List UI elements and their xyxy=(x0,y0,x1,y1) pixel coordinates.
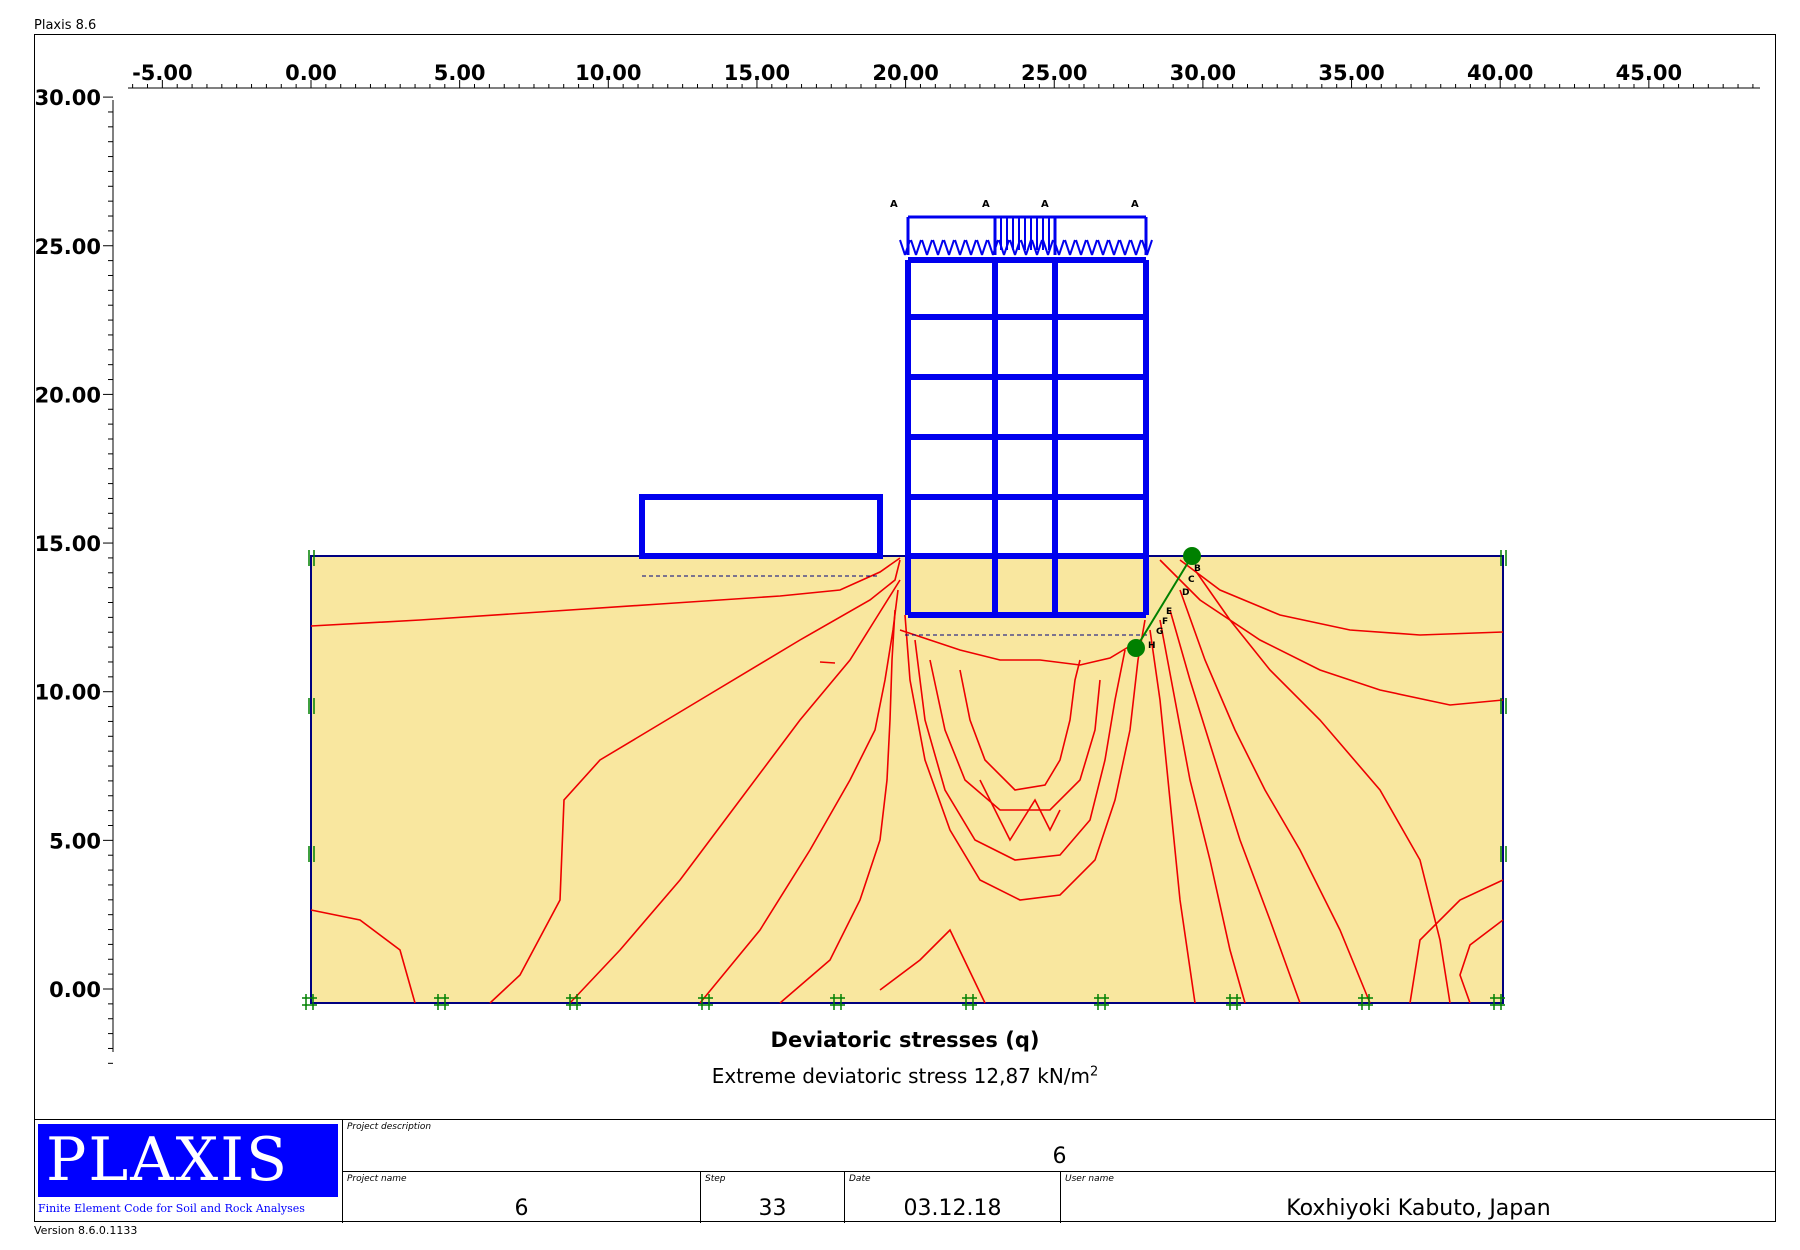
x-tick-label: 30.00 xyxy=(1170,61,1236,85)
subtitle-text: Extreme deviatoric stress 12,87 kN/m xyxy=(711,1064,1091,1088)
y-tick-label: 25.00 xyxy=(35,235,101,259)
step-value: 33 xyxy=(758,1196,787,1221)
logo-text: PLAXIS xyxy=(46,1125,290,1195)
version-label: Version 8.6.0.1133 xyxy=(34,1224,138,1237)
distributed-load xyxy=(899,215,1153,256)
user-value: Koxhiyoki Kabuto, Japan xyxy=(1286,1196,1551,1221)
y-tick-label: 0.00 xyxy=(49,978,101,1002)
anchor-label: C xyxy=(1188,575,1195,585)
logo-subtitle: Finite Element Code for Soil and Rock An… xyxy=(38,1202,305,1215)
user-cell: User name Koxhiyoki Kabuto, Japan xyxy=(1060,1172,1776,1223)
project-description-value: 6 xyxy=(1052,1144,1067,1169)
soil-body xyxy=(310,555,1504,1004)
load-labels: A A A A xyxy=(890,199,1139,210)
plot-caption: Deviatoric stresses (q) Extreme deviator… xyxy=(34,1028,1776,1088)
anchor-head xyxy=(1183,547,1201,565)
x-tick-label: 40.00 xyxy=(1467,61,1533,85)
side-slab xyxy=(639,494,883,559)
load-label: A xyxy=(1041,199,1049,210)
plot-subtitle: Extreme deviatoric stress 12,87 kN/m2 xyxy=(34,1064,1776,1088)
load-label: A xyxy=(890,199,898,210)
anchor-label: F xyxy=(1162,617,1168,627)
load-label: A xyxy=(982,199,990,210)
load-label: A xyxy=(1131,199,1139,210)
anchor-end xyxy=(1127,639,1145,657)
y-tick-label: 15.00 xyxy=(35,532,101,556)
plot-title: Deviatoric stresses (q) xyxy=(770,1028,1040,1052)
anchor-label: H xyxy=(1148,641,1156,651)
x-tick-label: 20.00 xyxy=(872,61,938,85)
project-description-cell: Project description 6 xyxy=(342,1120,1776,1172)
y-tick-label: 10.00 xyxy=(35,681,101,705)
x-tick-label: 25.00 xyxy=(1021,61,1087,85)
date-label: Date xyxy=(849,1174,871,1184)
x-tick-label: 10.00 xyxy=(575,61,641,85)
step-cell: Step 33 xyxy=(700,1172,844,1223)
project-name-cell: Project name 6 xyxy=(342,1172,700,1223)
anchor-label: E xyxy=(1166,607,1172,617)
project-description-label: Project description xyxy=(347,1122,432,1132)
anchor-label: B xyxy=(1194,564,1201,574)
step-label: Step xyxy=(705,1174,726,1184)
x-tick-label: -5.00 xyxy=(132,61,193,85)
date-value: 03.12.18 xyxy=(903,1196,1002,1221)
y-tick-label: 5.00 xyxy=(49,829,101,853)
title-block: PLAXIS Finite Element Code for Soil and … xyxy=(34,1119,1776,1223)
project-name-value: 6 xyxy=(514,1196,529,1221)
y-axis: 30.00 25.00 20.00 15.00 10.00 5.00 0.00 xyxy=(35,86,114,1064)
x-axis: -5.00 0.00 5.00 10.00 15.00 20.00 25.00 30.00 35… xyxy=(128,61,1760,89)
x-tick-label: 15.00 xyxy=(724,61,790,85)
plaxis-logo: PLAXIS xyxy=(38,1124,338,1197)
anchor-label: D xyxy=(1182,588,1189,598)
project-name-label: Project name xyxy=(347,1174,407,1184)
y-tick-label: 20.00 xyxy=(35,383,101,407)
anchor-label: G xyxy=(1156,627,1163,637)
x-tick-label: 0.00 xyxy=(285,61,337,85)
x-tick-label: 5.00 xyxy=(434,61,486,85)
y-tick-label: 30.00 xyxy=(35,86,101,110)
date-cell: Date 03.12.18 xyxy=(844,1172,1060,1223)
user-label: User name xyxy=(1065,1174,1114,1184)
contour-line xyxy=(819,661,836,664)
x-tick-label: 35.00 xyxy=(1318,61,1384,85)
x-tick-label: 45.00 xyxy=(1616,61,1682,85)
subtitle-exponent: 2 xyxy=(1090,1064,1099,1080)
